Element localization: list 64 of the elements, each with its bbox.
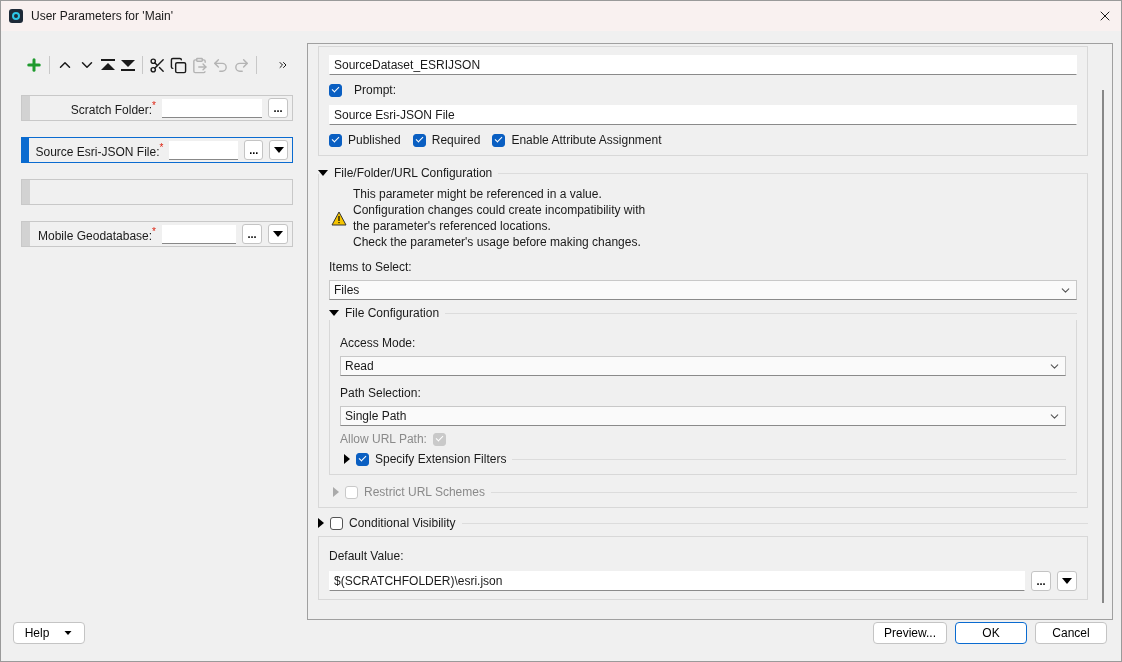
warning-text: Check the parameter's usage before making changes. bbox=[353, 234, 642, 250]
section-title: Conditional Visibility bbox=[349, 516, 456, 530]
access-mode-dropdown[interactable]: Read bbox=[340, 356, 1066, 376]
disclosure-triangle-icon[interactable] bbox=[329, 310, 339, 316]
dialog-button[interactable]: OK bbox=[955, 622, 1027, 644]
scissors-icon[interactable] bbox=[149, 56, 166, 74]
scrollbar[interactable] bbox=[1102, 90, 1104, 603]
parameter-label: Scratch Folder:$^{*}$ bbox=[69, 99, 156, 117]
checkbox-label: Required bbox=[431, 133, 481, 147]
warning-text: Configuration changes could create incompatibility with bbox=[353, 202, 646, 218]
app-icon bbox=[9, 9, 23, 23]
warning-icon bbox=[331, 210, 347, 226]
field-label: Path Selection: bbox=[340, 386, 422, 400]
field-label: Access Mode: bbox=[340, 336, 417, 350]
parameter-row[interactable]: Mobile Geodatabase:$^{*}$ ... bbox=[21, 221, 293, 247]
checkbox-label: Prompt: bbox=[354, 83, 396, 97]
field-label: Items to Select: bbox=[329, 260, 413, 274]
path-selection-dropdown[interactable]: Single Path bbox=[340, 406, 1066, 426]
browse-button[interactable]: ... bbox=[244, 140, 264, 160]
input-field[interactable] bbox=[169, 140, 239, 160]
name-field[interactable]: SourceDataset_ESRIJSON bbox=[329, 55, 1077, 75]
checkbox[interactable] bbox=[356, 452, 369, 466]
disclosure-triangle-icon[interactable] bbox=[318, 518, 324, 528]
checkbox-label: Enable Attribute Assignment bbox=[511, 133, 662, 147]
prompt-field[interactable]: Source Esri-JSON File bbox=[329, 105, 1077, 125]
dropdown-button[interactable] bbox=[268, 224, 288, 244]
browse-button[interactable]: ... bbox=[268, 98, 288, 118]
field-label: Default Value: bbox=[329, 549, 405, 563]
dialog-button[interactable]: Preview... bbox=[872, 622, 947, 644]
disclosure-triangle-icon[interactable] bbox=[344, 454, 350, 464]
double-chevron-icon[interactable] bbox=[277, 59, 289, 71]
section-title: File Configuration bbox=[345, 306, 440, 320]
input-field[interactable] bbox=[162, 224, 236, 244]
warning-text: the parameter's referenced locations. bbox=[353, 218, 552, 234]
checkbox[interactable] bbox=[329, 133, 342, 147]
items-dropdown[interactable]: Files bbox=[329, 280, 1077, 300]
dropdown-button[interactable] bbox=[1057, 571, 1077, 591]
browse-button[interactable]: ... bbox=[1031, 571, 1051, 591]
parameter-row[interactable]: Source Esri-JSON File:$^{*}$ ... bbox=[21, 137, 293, 163]
checkbox[interactable] bbox=[492, 133, 506, 147]
parameter-label: Mobile Geodatabase:$^{*}$ bbox=[37, 225, 156, 243]
checkbox[interactable] bbox=[412, 133, 426, 147]
section-title: Specify Extension Filters bbox=[375, 452, 507, 466]
input-field[interactable] bbox=[162, 98, 262, 118]
disclosure-triangle-icon[interactable] bbox=[318, 170, 328, 176]
dropdown-button[interactable] bbox=[269, 140, 288, 160]
copy-icon[interactable] bbox=[170, 56, 187, 74]
checkbox[interactable] bbox=[330, 516, 343, 530]
parameter-row[interactable]: Scratch Folder:$^{*}$ ... bbox=[21, 95, 293, 121]
section-title: File/Folder/URL Configuration bbox=[334, 166, 493, 180]
move-to-top-icon[interactable] bbox=[100, 58, 116, 72]
checkbox[interactable] bbox=[329, 83, 342, 97]
browse-button[interactable]: ... bbox=[242, 224, 262, 244]
warning-text: This parameter might be referenced in a value. bbox=[353, 186, 603, 202]
section-title: Restrict URL Schemes bbox=[364, 485, 485, 499]
move-to-bottom-icon[interactable] bbox=[120, 58, 136, 72]
window-title: User Parameters for 'Main' bbox=[31, 9, 174, 23]
checkbox-label: Published bbox=[348, 133, 401, 147]
checkbox-label: Allow URL Path: bbox=[340, 432, 427, 446]
plus-icon[interactable] bbox=[25, 56, 43, 74]
dialog-button[interactable]: Cancel bbox=[1035, 622, 1107, 644]
help-button[interactable]: Help bbox=[13, 622, 85, 644]
parameter-label: Source Esri-JSON File:$^{*}$ bbox=[35, 141, 164, 159]
default-value-field[interactable]: $(SCRATCHFOLDER)\esri.json bbox=[329, 571, 1025, 591]
